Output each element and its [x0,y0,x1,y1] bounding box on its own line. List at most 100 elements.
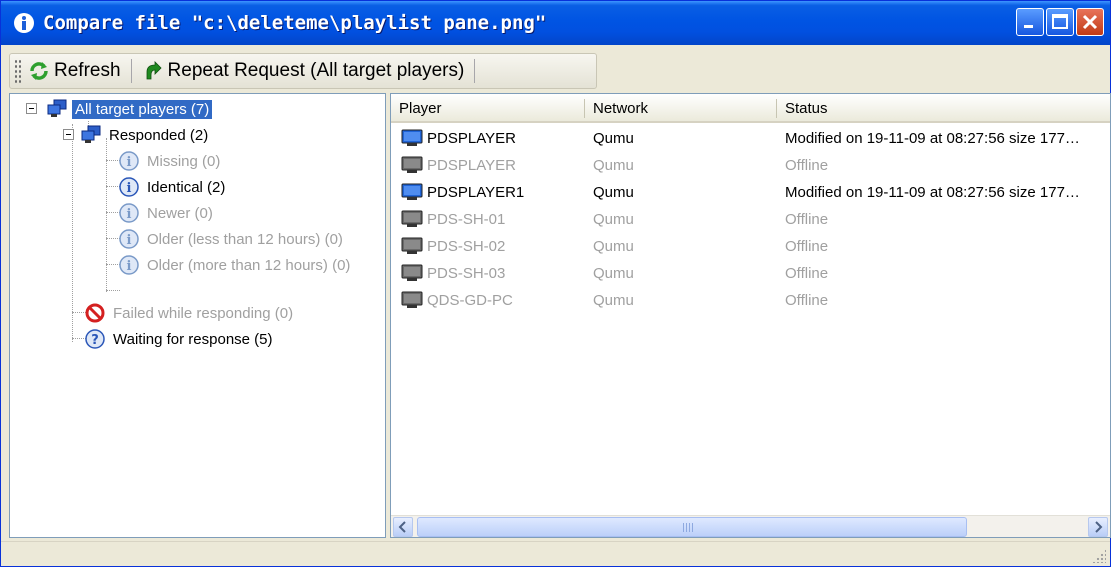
monitor-icon [401,129,423,148]
tree-node-label: Missing (0) [147,152,221,170]
monitor-icon [401,183,423,202]
tree-node-label: All target players (7) [70,98,214,120]
no-entry-icon [84,302,106,324]
monitor-icon [401,210,423,229]
maximize-button[interactable] [1046,8,1074,36]
svg-text:i: i [127,233,132,248]
info-circle-icon: i [118,254,140,276]
tree-node-missing[interactable]: i Missing (0) [118,148,223,174]
table-row[interactable]: PDS-SH-01 Qumu Offline [391,206,1110,233]
tree-node-failed[interactable]: Failed while responding (0) [84,300,296,326]
cell-status: Modified on 19-11-09 at 08:27:56 size 17… [785,130,1080,147]
cell-player: QDS-GD-PC [427,292,513,309]
scroll-thumb-grip [683,523,693,532]
cell-status: Offline [785,265,829,282]
tree-line [72,124,73,342]
minimize-button[interactable] [1016,8,1044,36]
svg-text:i: i [127,155,132,170]
toolbar: Refresh Repeat Request (All target playe… [9,53,597,89]
toolbar-grip[interactable] [14,59,22,83]
cell-player: PDS-SH-02 [427,238,506,255]
players-list-view[interactable]: Player Network Status PDSPLAYER Qumu Modif… [390,93,1111,538]
toolbar-separator [474,59,476,83]
title-bar[interactable]: Compare file "c:\deleteme\playlist pane.… [1,1,1110,45]
tree-line [106,290,120,291]
cell-status: Offline [785,292,829,309]
monitor-icon [401,291,423,310]
toolbar-separator [130,59,132,83]
repeat-request-icon [142,60,164,82]
table-row[interactable]: PDSPLAYER1 Qumu Modified on 19-11-09 at 08… [391,179,1110,206]
refresh-label: Refresh [54,60,121,81]
cell-network: Qumu [593,265,634,282]
table-row[interactable]: PDS-SH-02 Qumu Offline [391,233,1110,260]
scroll-thumb[interactable] [417,517,967,537]
svg-text:i: i [127,181,132,196]
cell-player: PDS-SH-03 [427,265,506,282]
cell-status: Offline [785,211,829,228]
resize-grip[interactable] [1092,549,1106,563]
cell-status: Offline [785,157,829,174]
scroll-right-button[interactable] [1088,517,1108,537]
info-circle-icon: i [118,228,140,250]
scroll-left-button[interactable] [393,517,413,537]
column-header-status[interactable]: Status [777,94,1110,123]
column-header-player[interactable]: Player [391,94,585,123]
tree-node-label: Older (less than 12 hours) (0) [147,230,343,248]
tree-node-older-more[interactable]: i Older (more than 12 hours) (0) [118,252,353,278]
column-header-network[interactable]: Network [585,94,777,123]
svg-text:i: i [127,259,132,274]
tree-node-label: Waiting for response (5) [113,330,273,348]
monitor-icon [401,237,423,256]
refresh-button[interactable]: Refresh [22,55,127,87]
cell-status: Modified on 19-11-09 at 08:27:56 size 17… [785,184,1080,201]
table-row[interactable]: PDS-SH-03 Qumu Offline [391,260,1110,287]
tree-node-label: Failed while responding (0) [113,304,294,322]
compare-file-window: Compare file "c:\deleteme\playlist pane.… [0,0,1111,567]
tree-node-identical[interactable]: i Identical (2) [118,174,228,200]
repeat-request-label: Repeat Request (All target players) [167,60,465,81]
cell-status: Offline [785,238,829,255]
monitor-icon [401,264,423,283]
question-icon: ? [84,328,106,350]
cell-player: PDSPLAYER1 [427,184,525,201]
info-circle-icon: i [118,150,140,172]
tree-node-label: Responded (2) [109,126,209,144]
cell-network: Qumu [593,184,634,201]
computers-icon [80,124,102,146]
window-title: Compare file "c:\deleteme\playlist pane.… [43,12,547,34]
table-row[interactable]: PDSPLAYER Qumu Modified on 19-11-09 at 08:… [391,125,1110,152]
tree-pane[interactable]: All target players (7) Responded (2) i M… [9,93,386,538]
info-circle-icon: i [118,176,140,198]
horizontal-scrollbar[interactable] [391,515,1110,537]
tree-node-label: Older (more than 12 hours) (0) [147,256,351,274]
tree-node-older-less[interactable]: i Older (less than 12 hours) (0) [118,226,346,252]
tree-node-newer[interactable]: i Newer (0) [118,200,216,226]
svg-text:?: ? [91,333,99,348]
collapse-responded-toggle[interactable] [63,129,74,140]
tree-node-label: Newer (0) [147,204,213,222]
cell-player: PDS-SH-01 [427,211,506,228]
monitor-icon [401,156,423,175]
tree-node-waiting[interactable]: ? Waiting for response (5) [84,326,276,352]
cell-network: Qumu [593,211,634,228]
cell-network: Qumu [593,238,634,255]
computers-icon [46,98,68,120]
svg-text:i: i [127,207,132,222]
cell-network: Qumu [593,130,634,147]
close-button[interactable] [1076,8,1104,36]
info-icon [11,10,37,36]
cell-network: Qumu [593,292,634,309]
repeat-request-button[interactable]: Repeat Request (All target players) [136,55,471,87]
refresh-icon [28,60,50,82]
tree-node-all-target-players[interactable]: All target players (7) [46,96,214,122]
table-row[interactable]: QDS-GD-PC Qumu Offline [391,287,1110,314]
cell-player: PDSPLAYER [427,130,516,147]
list-header: Player Network Status [391,94,1110,123]
tree-node-responded[interactable]: Responded (2) [80,122,211,148]
table-row[interactable]: PDSPLAYER Qumu Offline [391,152,1110,179]
collapse-root-toggle[interactable] [26,103,37,114]
tree-line [106,138,107,292]
tree-node-label: Identical (2) [147,178,226,196]
status-bar [1,541,1110,566]
